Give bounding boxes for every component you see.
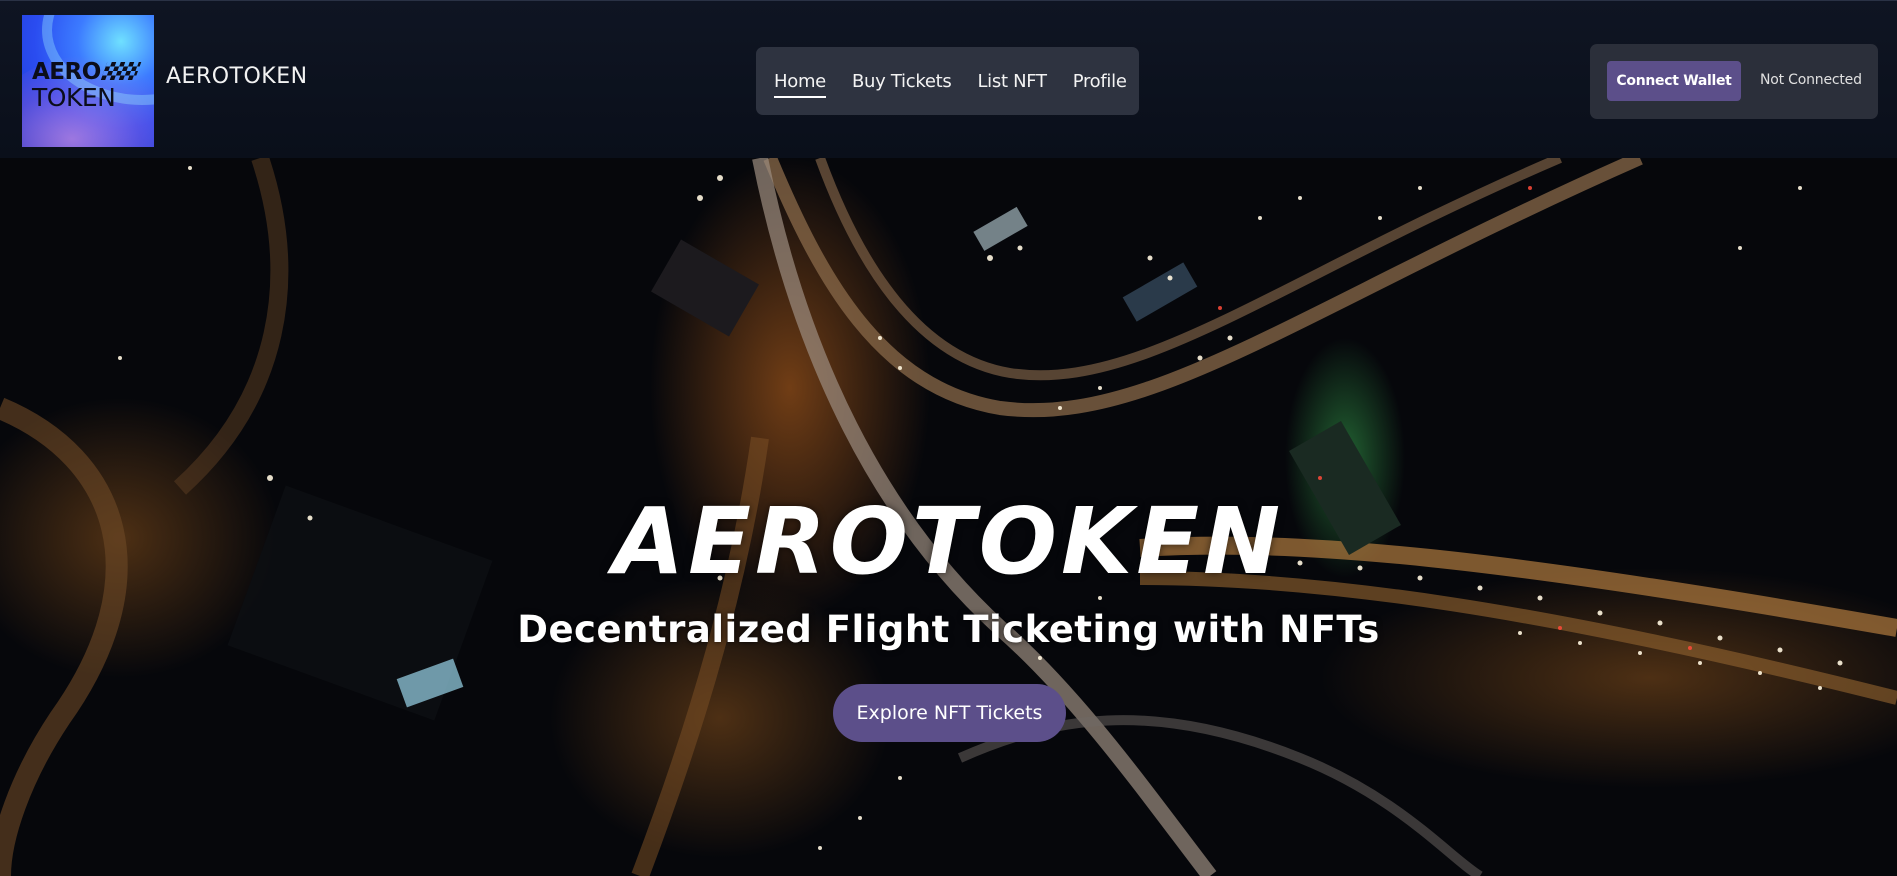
wallet-panel: Connect Wallet Not Connected bbox=[1590, 44, 1878, 119]
hero-title: AEROTOKEN bbox=[612, 488, 1285, 595]
nav-item-list-nft[interactable]: List NFT bbox=[977, 71, 1047, 92]
checkered-flag-icon bbox=[100, 62, 142, 80]
main-nav: Home Buy Tickets List NFT Profile bbox=[756, 47, 1139, 115]
wallet-status-text: Not Connected bbox=[1760, 72, 1862, 88]
connect-wallet-button[interactable]: Connect Wallet bbox=[1607, 61, 1741, 101]
brand-logo[interactable]: AERO TOKEN bbox=[22, 15, 154, 147]
hero-subtitle: Decentralized Flight Ticketing with NFTs bbox=[517, 608, 1380, 651]
nav-item-home[interactable]: Home bbox=[774, 71, 826, 98]
hero-section: AEROTOKEN Decentralized Flight Ticketing… bbox=[0, 158, 1897, 876]
logo-text-line2: TOKEN bbox=[32, 83, 116, 112]
brand-name[interactable]: AEROTOKEN bbox=[166, 64, 308, 89]
nav-item-profile[interactable]: Profile bbox=[1073, 71, 1127, 92]
nav-item-buy-tickets[interactable]: Buy Tickets bbox=[852, 71, 952, 92]
site-header: AERO TOKEN AEROTOKEN Home Buy Tickets Li… bbox=[0, 0, 1897, 158]
logo-text-line1: AERO bbox=[32, 59, 101, 85]
explore-nft-tickets-button[interactable]: Explore NFT Tickets bbox=[833, 684, 1066, 742]
